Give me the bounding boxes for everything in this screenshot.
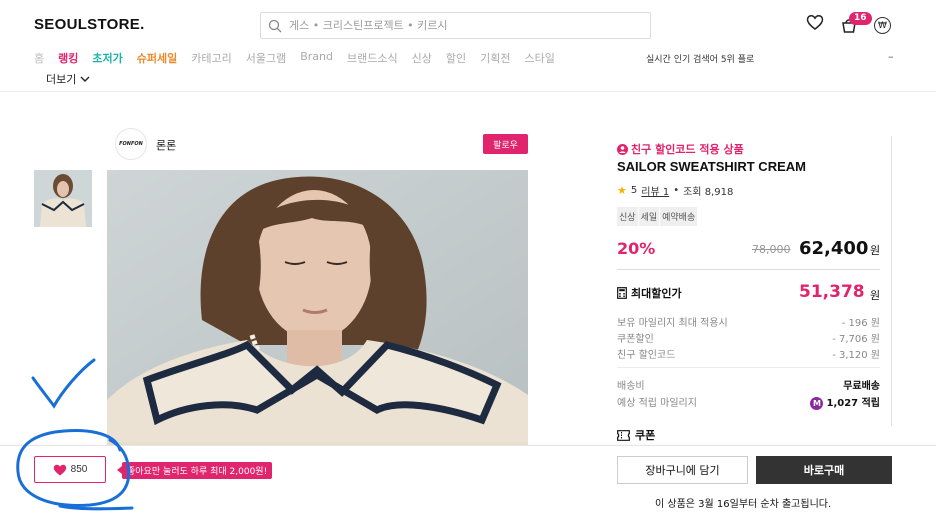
currency-unit: 원 [870,289,881,302]
star-icon: ★ [617,184,627,197]
tag-preorder: 예약배송 [660,207,698,226]
buy-now-button[interactable]: 바로구매 [756,456,892,484]
coupon-label: 쿠폰 [635,429,656,442]
max-discount-label: 최대할인가 [617,285,682,301]
cart-count-badge: 16 [849,12,872,25]
rating-value: 5 [630,185,638,196]
realtime-search-ticker[interactable]: 실시간 인기 검색어 5위 플로 [646,52,754,65]
rating-row: ★ 5 리뷰 1 • 조회 8,918 [617,183,733,198]
nav-item-brand-news[interactable]: 브랜드소식 [347,50,398,66]
detail-value: - 3,120 원 [832,350,880,361]
detail-row-coupon: 쿠폰할인 - 7,706 원 [617,330,880,345]
main-nav: 홈 랭킹 초저가 슈퍼세일 카테고리 서울그램 Brand 브랜드소식 신상 할… [34,50,569,66]
person-icon [617,143,628,155]
detail-value: - 196 원 [841,318,880,329]
more-label: 더보기 [46,73,77,86]
sale-price: 62,400 [799,238,869,259]
nav-item-sale[interactable]: 할인 [446,50,466,66]
separator: • [673,185,680,196]
logo[interactable]: SEOULSTORE. [34,16,145,33]
max-discount-price: 51,378 [799,282,865,302]
heart-filled-icon [53,464,66,475]
friend-code-label: 친구 할인코드 적용 상품 [617,141,744,157]
more-menu-button[interactable]: 더보기 [46,71,90,87]
detail-label: 쿠폰할인 [617,334,654,345]
search-icon[interactable] [261,12,289,39]
product-tags: 신상 세일 예약배송 [617,207,698,226]
detail-row-friend-code: 친구 할인코드 - 3,120 원 [617,346,880,361]
coupon-section[interactable]: 쿠폰 [617,427,655,443]
shipping-value: 무료배송 [843,381,880,392]
coupon-icon [617,429,630,441]
view-count: 조회 8,918 [683,187,734,198]
nav-item-ranking[interactable]: 랭킹 [58,50,78,66]
panel-scrollbar[interactable] [891,136,892,426]
mileage-label: 예상 적립 마일리지 [617,398,697,409]
like-count: 850 [70,464,88,475]
product-thumbnail[interactable] [34,170,92,227]
realtime-toggle[interactable]: – [888,50,894,63]
original-price: 78,000 [752,243,791,256]
detail-label: 보유 마일리지 최대 적용시 [617,318,728,329]
seller-logo[interactable]: FONFON [115,128,147,160]
nav-item-super-sale[interactable]: 슈퍼세일 [137,50,177,66]
price-divider [617,269,880,270]
detail-divider [617,367,880,368]
mileage-icon: M [810,397,824,410]
mileage-amount: M 1,027 적립 [810,394,880,410]
shipping-notice: 이 상품은 3월 16일부터 순차 출고됩니다. [655,499,832,510]
chevron-down-icon [80,76,90,82]
nav-item-new[interactable]: 신상 [412,50,432,66]
search-bar[interactable] [260,12,651,39]
detail-label: 친구 할인코드 [617,350,676,361]
won-icon[interactable]: ₩ [874,17,891,34]
review-link[interactable]: 리뷰 1 [641,183,669,198]
like-tooltip: 좋아요만 눌러도 하루 최대 2,000원! [116,462,273,479]
tag-sale: 세일 [638,207,660,226]
discount-rate: 20% [617,239,656,258]
detail-row-mileage: 보유 마일리지 최대 적용시 - 196 원 [617,314,880,329]
nav-item-style[interactable]: 스타일 [524,50,554,66]
header-divider [0,91,936,92]
currency-unit: 원 [870,244,881,257]
nav-item-exhibition[interactable]: 기획전 [480,50,510,66]
heart-icon[interactable] [806,14,824,35]
calculator-icon [617,287,627,299]
tag-new: 신상 [617,207,638,226]
search-input[interactable] [289,19,650,32]
checkmark-annotation [31,358,96,409]
nav-item-lowest-price[interactable]: 초저가 [92,50,122,66]
nav-item-category[interactable]: 카테고리 [191,50,231,66]
nav-item-seoulgram[interactable]: 서울그램 [246,50,286,66]
shipping-row: 배송비 무료배송 [617,377,880,392]
shipping-label: 배송비 [617,381,645,392]
nav-item-home[interactable]: 홈 [34,50,44,66]
seller-name[interactable]: 론론 [156,137,176,153]
mileage-value: 1,027 적립 [826,398,880,409]
product-title: SAILOR SWEATSHIRT CREAM [617,159,806,174]
product-main-image [107,170,528,445]
follow-button[interactable]: 팔로우 [483,134,528,154]
max-discount-text: 최대할인가 [631,287,682,300]
detail-value: - 7,706 원 [832,334,880,345]
add-to-cart-button[interactable]: 장바구니에 담기 [617,456,748,484]
like-button[interactable]: 850 [34,456,106,483]
mileage-row: 예상 적립 마일리지 M 1,027 적립 [617,394,880,410]
friend-code-text: 친구 할인코드 적용 상품 [631,143,744,156]
page: SEOULSTORE. 16 ₩ 홈 랭킹 초저가 슈퍼세일 카테고리 서울그램… [0,0,936,516]
nav-item-brand[interactable]: Brand [300,50,333,66]
